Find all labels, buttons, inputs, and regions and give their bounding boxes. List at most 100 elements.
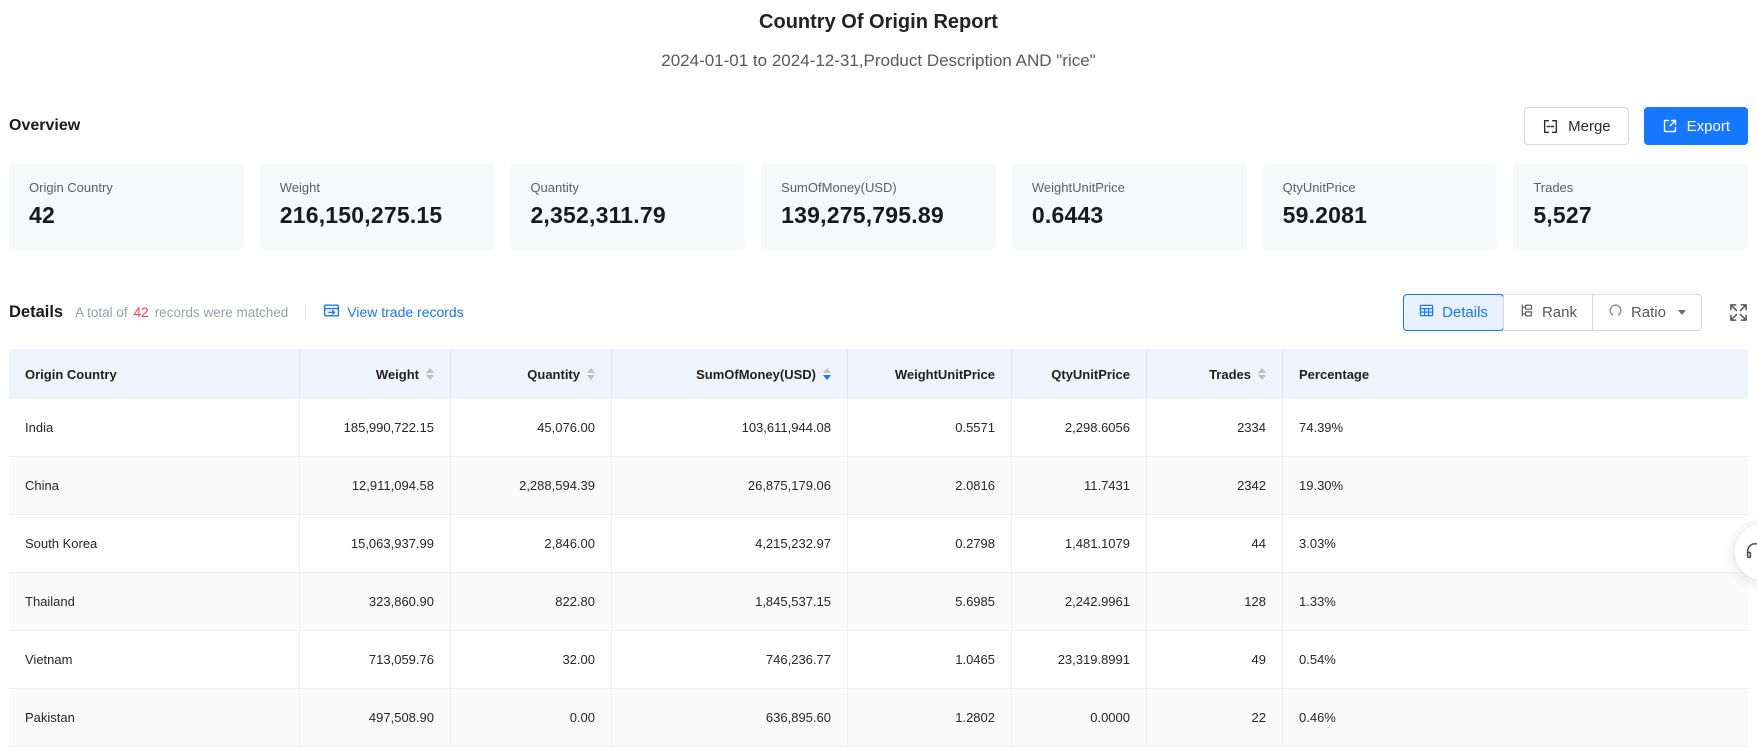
report-subtitle: 2024-01-01 to 2024-12-31,Product Descrip…	[661, 51, 1096, 70]
column-label: Quantity	[527, 366, 580, 382]
cell-quantity: 32.00	[451, 631, 612, 688]
cell-origin-country: Thailand	[9, 573, 300, 630]
tab-details[interactable]: Details	[1403, 293, 1504, 331]
stat-card: Trades 5,527	[1513, 164, 1749, 250]
table-row[interactable]: India 185,990,722.15 45,076.00 103,611,9…	[9, 399, 1748, 457]
trade-records-icon	[323, 302, 340, 322]
report-page: Country Of Origin Report 2024-01-01 to 2…	[0, 0, 1757, 747]
table-view-icon	[1419, 303, 1434, 322]
match-count: 42	[133, 304, 149, 320]
cell-weight-unit-price: 1.2802	[848, 689, 1012, 746]
report-toolbar: Merge Export	[1524, 107, 1748, 145]
column-label: Origin Country	[25, 366, 117, 382]
match-summary: A total of 42 records were matched	[75, 305, 288, 320]
sort-control[interactable]	[587, 367, 595, 381]
stat-card-value: 2,352,311.79	[530, 202, 666, 228]
overview-header-row: Overview Merge Export	[9, 107, 1748, 145]
stat-card: QtyUnitPrice 59.2081	[1262, 164, 1498, 250]
tab-rank[interactable]: Rank	[1502, 294, 1592, 330]
cell-quantity: 822.80	[451, 573, 612, 630]
table-row[interactable]: Pakistan 497,508.90 0.00 636,895.60 1.28…	[9, 689, 1748, 747]
stat-card: SumOfMoney(USD) 139,275,795.89	[761, 164, 996, 250]
match-summary-suffix: records were matched	[154, 304, 289, 320]
cell-quantity: 2,846.00	[451, 515, 612, 572]
cell-qty-unit-price: 1,481.1079	[1012, 515, 1147, 572]
details-heading: Details	[9, 302, 64, 321]
stat-card-label: SumOfMoney(USD)	[781, 180, 897, 195]
column-header-qty-unit-price: QtyUnitPrice	[1012, 349, 1147, 399]
cell-trades: 2334	[1147, 399, 1283, 456]
stat-card: Quantity 2,352,311.79	[510, 164, 746, 250]
cell-qty-unit-price: 23,319.8991	[1012, 631, 1147, 688]
merge-button-label: Merge	[1568, 117, 1611, 135]
cell-trades: 128	[1147, 573, 1283, 630]
cell-sum-of-money: 746,236.77	[612, 631, 848, 688]
cell-qty-unit-price: 2,298.6056	[1012, 399, 1147, 456]
cell-weight-unit-price: 5.6985	[848, 573, 1012, 630]
view-trade-records-link[interactable]: View trade records	[323, 302, 464, 322]
cell-weight: 15,063,937.99	[300, 515, 451, 572]
cell-sum-of-money: 636,895.60	[612, 689, 848, 746]
column-header-sum-of-money[interactable]: SumOfMoney(USD)	[612, 349, 848, 399]
export-icon	[1662, 118, 1678, 134]
cell-percentage: 1.33%	[1299, 594, 1336, 609]
cell-percentage: 0.46%	[1299, 710, 1336, 725]
stat-card-value: 59.2081	[1282, 202, 1368, 228]
stat-card-value: 0.6443	[1031, 202, 1104, 228]
column-label: SumOfMoney(USD)	[696, 366, 816, 382]
tab-ratio-label: Ratio	[1630, 303, 1666, 321]
table-row[interactable]: Thailand 323,860.90 822.80 1,845,537.15 …	[9, 573, 1748, 631]
cell-trades: 49	[1147, 631, 1283, 688]
export-button-label: Export	[1686, 117, 1730, 135]
tab-details-label: Details	[1442, 303, 1488, 321]
table-row[interactable]: South Korea 15,063,937.99 2,846.00 4,215…	[9, 515, 1748, 573]
table-row[interactable]: China 12,911,094.58 2,288,594.39 26,875,…	[9, 457, 1748, 515]
vertical-divider	[305, 304, 307, 320]
stat-card: WeightUnitPrice 0.6443	[1011, 164, 1247, 250]
cell-origin-country: Pakistan	[9, 689, 300, 746]
column-header-quantity[interactable]: Quantity	[451, 349, 612, 399]
table-header-row: Origin Country Weight Quantity SumOfMone…	[9, 349, 1748, 399]
stat-card-label: Origin Country	[29, 180, 113, 195]
sort-control-active-desc[interactable]	[823, 367, 831, 381]
stat-card-label: Quantity	[530, 180, 579, 195]
tab-rank-label: Rank	[1541, 303, 1577, 321]
sort-control[interactable]	[426, 367, 434, 381]
cell-weight: 185,990,722.15	[300, 399, 451, 456]
match-summary-prefix: A total of	[75, 304, 128, 320]
fullscreen-button[interactable]	[1729, 303, 1748, 322]
cell-sum-of-money: 26,875,179.06	[612, 457, 848, 514]
cell-weight-unit-price: 0.5571	[848, 399, 1012, 456]
stat-card-label: Weight	[279, 180, 320, 195]
column-label: Trades	[1209, 366, 1251, 382]
cell-qty-unit-price: 0.0000	[1012, 689, 1147, 746]
merge-button[interactable]: Merge	[1524, 107, 1629, 145]
merge-cells-icon	[1542, 118, 1559, 135]
export-button[interactable]: Export	[1643, 107, 1748, 145]
cell-trades: 22	[1147, 689, 1283, 746]
rank-icon	[1519, 303, 1534, 322]
tab-ratio[interactable]: Ratio	[1591, 294, 1701, 330]
stat-card-label: Trades	[1533, 180, 1574, 195]
column-header-origin-country: Origin Country	[9, 349, 300, 399]
details-actions: Details Rank Ratio	[1403, 293, 1748, 331]
sort-control[interactable]	[1258, 367, 1266, 381]
cell-percentage: 19.30%	[1299, 478, 1344, 493]
stat-card-value: 5,527	[1533, 202, 1592, 228]
stat-card-label: QtyUnitPrice	[1282, 180, 1356, 195]
stat-card-label: WeightUnitPrice	[1031, 180, 1125, 195]
table-row[interactable]: Vietnam 713,059.76 32.00 746,236.77 1.04…	[9, 631, 1748, 689]
stat-card-value: 42	[29, 202, 55, 228]
cell-quantity: 45,076.00	[451, 399, 612, 456]
page-title: Country Of Origin Report	[759, 11, 998, 33]
cell-trades: 44	[1147, 515, 1283, 572]
column-header-trades[interactable]: Trades	[1147, 349, 1283, 399]
cell-percentage: 0.54%	[1299, 652, 1336, 667]
details-table: Origin Country Weight Quantity SumOfMone…	[9, 349, 1748, 747]
stat-card-value: 139,275,795.89	[781, 202, 944, 228]
column-header-weight[interactable]: Weight	[300, 349, 451, 399]
cell-origin-country: Vietnam	[9, 631, 300, 688]
cell-weight: 12,911,094.58	[300, 457, 451, 514]
cell-percentage: 74.39%	[1299, 420, 1344, 435]
headset-icon	[1746, 543, 1757, 559]
